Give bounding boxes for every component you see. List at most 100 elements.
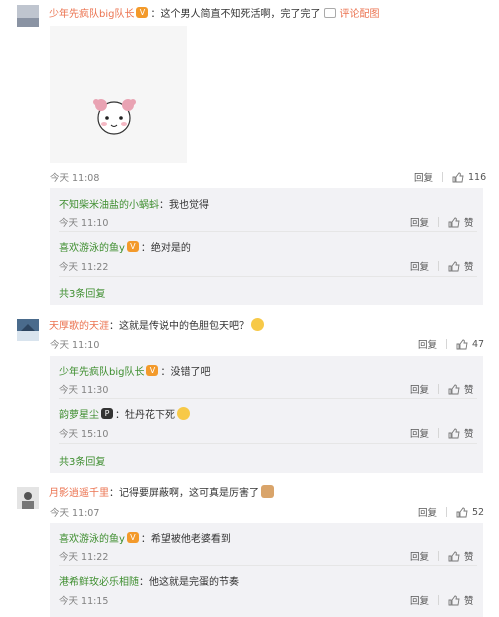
reply-button[interactable]: 回复 <box>418 337 437 351</box>
reply-actions: 回复 赞 <box>410 215 474 229</box>
comment-image[interactable] <box>50 26 187 163</box>
like-label[interactable]: 赞 <box>464 259 474 273</box>
reply-button[interactable]: 回复 <box>410 426 429 440</box>
like-icon[interactable] <box>456 339 468 350</box>
like-count[interactable]: 47 <box>472 339 484 350</box>
reply-header: 少年先疯队big队长 V ：没错了吧 <box>59 363 210 378</box>
avatar[interactable] <box>17 5 39 27</box>
like-count[interactable]: 52 <box>472 507 484 518</box>
like-icon[interactable] <box>448 384 460 395</box>
like-label[interactable]: 赞 <box>464 215 474 229</box>
reply-time: 今天 11:22 <box>59 262 109 273</box>
like-label[interactable]: 赞 <box>464 382 474 396</box>
divider <box>438 428 440 438</box>
reply-username[interactable]: 喜欢游泳的鱼y <box>59 239 125 254</box>
reply-username[interactable]: 港希鲜玫必乐相随 <box>59 573 139 588</box>
comment-text: ：记得要屏蔽啊，这可真是厉害了 <box>109 488 259 499</box>
reply-text: ：我也觉得 <box>159 200 209 211</box>
like-icon[interactable] <box>452 172 464 183</box>
comment-actions: 回复 47 <box>418 337 484 352</box>
reply-username[interactable]: 韵萝星尘 <box>59 406 99 421</box>
reply-actions: 回复 赞 <box>410 382 474 396</box>
like-icon[interactable] <box>456 507 468 518</box>
vip-badge-icon: P <box>101 408 113 419</box>
reply-button[interactable]: 回复 <box>410 215 429 229</box>
divider <box>442 172 444 182</box>
comment-header: 少年先疯队big队长 V ：这个男人简直不知死活啊，完了完了 评论配图 <box>49 5 379 20</box>
comment-time: 今天 11:08 <box>50 173 100 184</box>
reply-time: 今天 11:10 <box>59 218 109 229</box>
username[interactable]: 少年先疯队big队长 <box>49 5 134 20</box>
reply-header: 韵萝星尘 P ：牡丹花下死 <box>59 406 190 421</box>
reply-text: ：牡丹花下死 <box>115 410 175 421</box>
shy-emoji-icon <box>177 407 190 420</box>
divider <box>438 551 440 561</box>
reply-button[interactable]: 回复 <box>418 505 437 519</box>
reply-username[interactable]: 喜欢游泳的鱼y <box>59 530 125 545</box>
reply-time: 今天 15:10 <box>59 429 109 440</box>
divider <box>59 276 477 277</box>
reply-header: 不知柴米油盐的小蜗蚪 ：我也觉得 <box>59 196 209 211</box>
like-icon[interactable] <box>448 261 460 272</box>
comment-header: 天厚歌的天涯 ：这就是传说中的色胆包天吧？ <box>49 317 264 332</box>
divider <box>438 217 440 227</box>
username[interactable]: 月影逍遥千里 <box>49 484 109 499</box>
reply-text: ：没错了吧 <box>160 367 211 378</box>
divider <box>59 398 477 399</box>
sticker-image <box>93 99 136 135</box>
replies-box: 喜欢游泳的鱼y V ：希望被他老婆看到 今天 11:22 回复 赞 港希鲜玫必乐… <box>50 523 483 617</box>
reply-button[interactable]: 回复 <box>410 549 429 563</box>
like-icon[interactable] <box>448 217 460 228</box>
avatar-image <box>17 5 39 27</box>
comment-text: ：这就是传说中的色胆包天吧？ <box>109 321 249 332</box>
avatar[interactable] <box>17 487 39 509</box>
username[interactable]: 天厚歌的天涯 <box>49 317 109 332</box>
reply-text: ：他这就是完蛋的节奏 <box>139 577 239 588</box>
laugh-emoji-icon <box>251 318 264 331</box>
replies-box: 少年先疯队big队长 V ：没错了吧 今天 11:30 回复 赞 韵萝星尘 P … <box>50 356 483 473</box>
divider <box>59 565 477 566</box>
reply-button[interactable]: 回复 <box>410 382 429 396</box>
reply-button[interactable]: 回复 <box>410 259 429 273</box>
image-icon <box>324 7 337 18</box>
avatar[interactable] <box>17 319 39 341</box>
comment-image-link[interactable]: 评论配图 <box>339 5 379 20</box>
like-label[interactable]: 赞 <box>464 426 474 440</box>
like-label[interactable]: 赞 <box>464 549 474 563</box>
reply-button[interactable]: 回复 <box>414 170 433 184</box>
divider <box>438 261 440 271</box>
reply-header: 港希鲜玫必乐相随 ：他这就是完蛋的节奏 <box>59 573 239 588</box>
divider <box>438 595 440 605</box>
like-icon[interactable] <box>448 428 460 439</box>
more-replies-link[interactable]: 共3条回复 <box>59 453 105 468</box>
reply-actions: 回复 赞 <box>410 549 474 563</box>
divider <box>59 231 477 232</box>
comment-header: 月影逍遥千里 ：记得要屏蔽啊，这可真是厉害了 <box>49 484 274 499</box>
reply-time: 今天 11:30 <box>59 385 109 396</box>
reply-username[interactable]: 少年先疯队big队长 <box>59 363 144 378</box>
vip-badge-icon: V <box>146 365 159 376</box>
comment-text: ：这个男人简直不知死活啊，完了完了 <box>150 9 321 20</box>
reply-text: ：绝对是的 <box>140 243 191 254</box>
reply-actions: 回复 赞 <box>410 426 474 440</box>
like-count[interactable]: 116 <box>468 172 486 183</box>
comment-actions: 回复 116 <box>414 170 486 185</box>
reply-button[interactable]: 回复 <box>410 593 429 607</box>
reply-time: 今天 11:15 <box>59 596 109 607</box>
reply-text: ：希望被他老婆看到 <box>140 534 231 545</box>
reply-header: 喜欢游泳的鱼y V ：希望被他老婆看到 <box>59 530 231 545</box>
vip-badge-icon: V <box>126 241 139 252</box>
reply-actions: 回复 赞 <box>410 259 474 273</box>
vip-badge-icon: V <box>126 532 139 543</box>
reply-username[interactable]: 不知柴米油盐的小蜗蚪 <box>59 196 159 211</box>
like-icon[interactable] <box>448 595 460 606</box>
comment-time: 今天 11:07 <box>50 508 100 519</box>
reply-time: 今天 11:22 <box>59 552 109 563</box>
like-label[interactable]: 赞 <box>464 593 474 607</box>
avatar-image <box>17 319 39 341</box>
cat-emoji-icon <box>261 485 274 498</box>
more-replies-link[interactable]: 共3条回复 <box>59 285 105 300</box>
comment-actions: 回复 52 <box>418 505 484 520</box>
like-icon[interactable] <box>448 551 460 562</box>
replies-box: 不知柴米油盐的小蜗蚪 ：我也觉得 今天 11:10 回复 赞 喜欢游泳的鱼y V… <box>50 188 483 305</box>
